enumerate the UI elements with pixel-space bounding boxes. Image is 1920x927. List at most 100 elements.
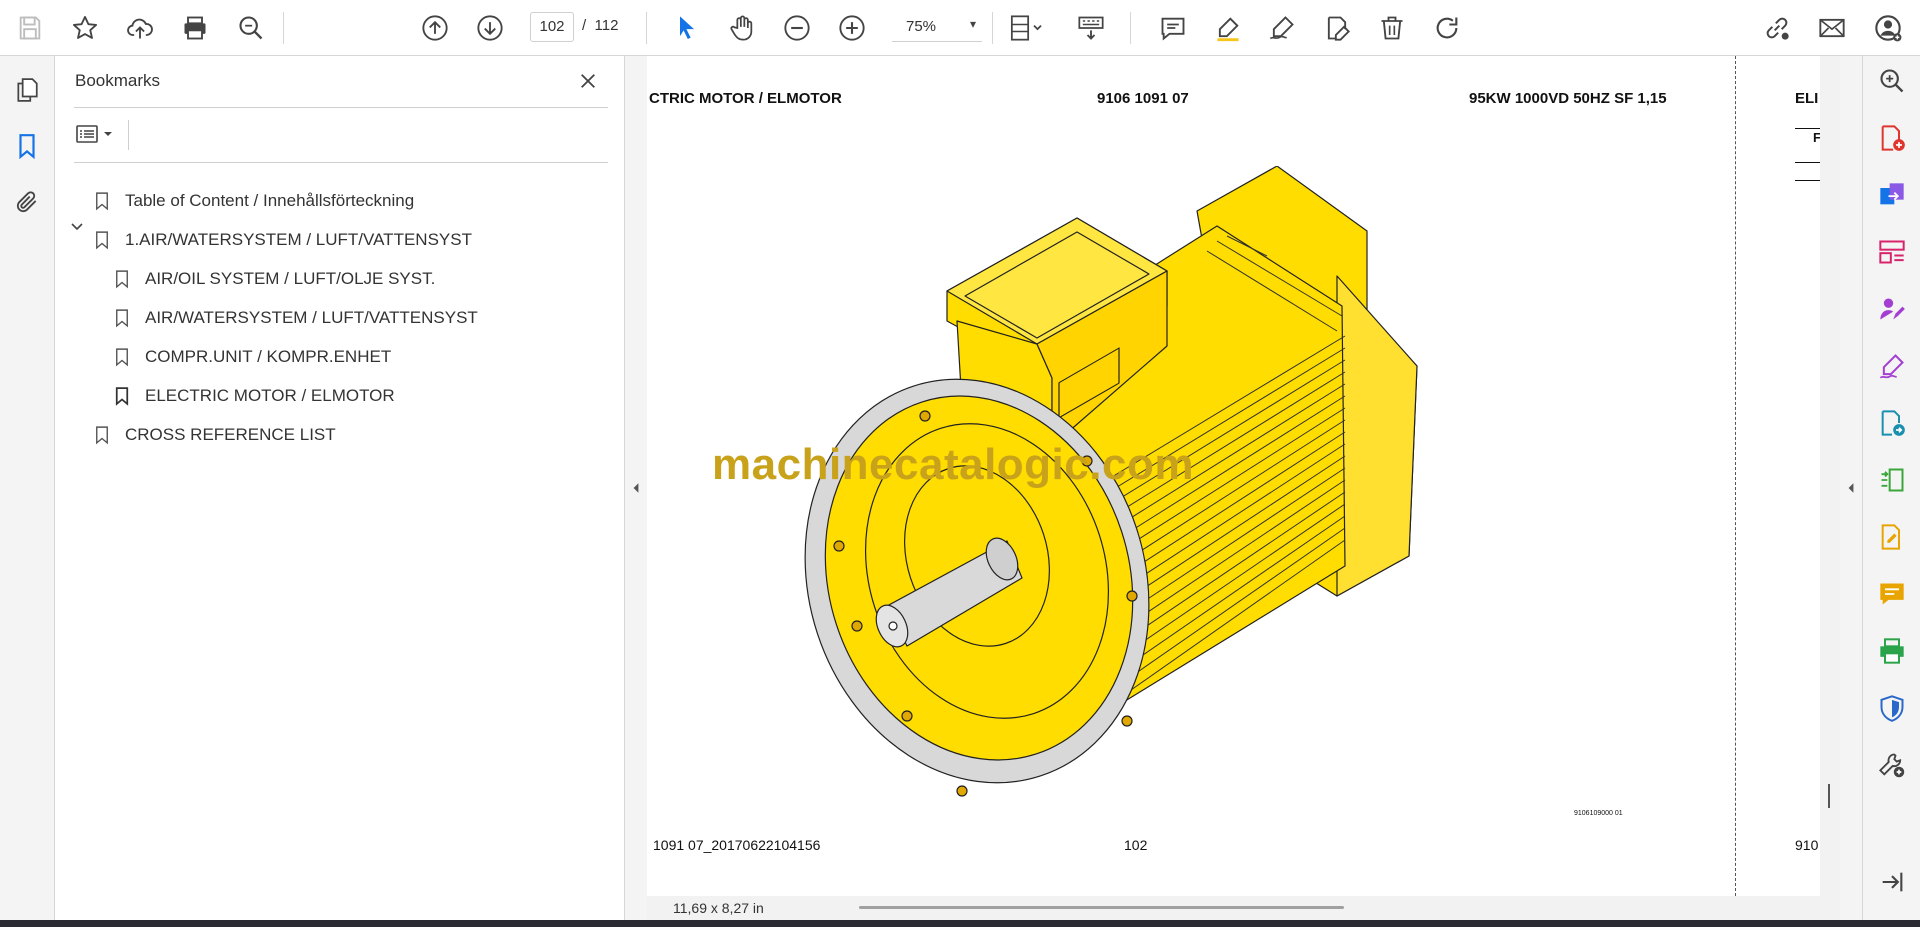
zoom-out-icon[interactable] — [779, 10, 815, 46]
create-pdf-icon[interactable] — [1877, 123, 1907, 153]
page-down-icon[interactable] — [472, 10, 508, 46]
bookmark-icon — [113, 385, 131, 407]
attachment-icon[interactable] — [10, 185, 44, 219]
doc-header-center: 9106 1091 07 — [1097, 90, 1189, 107]
taskbar-edge — [0, 920, 1920, 927]
toolbar-separator — [283, 12, 284, 44]
next-page-rule — [1795, 128, 1820, 129]
save-icon[interactable] — [12, 10, 48, 46]
cloud-upload-icon[interactable] — [122, 10, 158, 46]
left-navigation-rail — [0, 56, 55, 920]
comment-icon[interactable] — [1155, 10, 1191, 46]
divider — [74, 107, 608, 108]
image-code: 9106109000 01 — [1574, 810, 1623, 817]
edit-icon[interactable] — [1319, 10, 1355, 46]
protect-icon[interactable] — [1877, 693, 1907, 723]
sign-icon[interactable] — [1264, 10, 1300, 46]
bookmark-item-selected[interactable]: ELECTRIC MOTOR / ELMOTOR — [113, 381, 395, 411]
document-viewport[interactable]: CTRIC MOTOR / ELMOTOR 9106 1091 07 95KW … — [647, 56, 1820, 896]
collapse-right-icon[interactable] — [1847, 482, 1855, 494]
bookmark-label: Table of Content / Innehållsförteckning — [125, 191, 415, 210]
bookmark-label: COMPR.UNIT / KOMPR.ENHET — [145, 347, 392, 366]
toolbar-separator — [1130, 12, 1131, 44]
toolbar-separator — [992, 12, 993, 44]
panel-title: Bookmarks — [75, 71, 161, 90]
page-size-label: 11,69 x 8,27 in — [673, 900, 764, 916]
combine-files-icon[interactable] — [1877, 180, 1907, 210]
organize-pages-icon[interactable] — [1877, 237, 1907, 267]
next-page-footer: 910 — [1795, 837, 1819, 853]
close-icon[interactable] — [575, 68, 601, 94]
next-page-rule — [1795, 180, 1820, 181]
chevron-down-icon[interactable] — [69, 219, 85, 235]
tools-rail — [1862, 56, 1920, 920]
bookmark-label: AIR/WATERSYSTEM / LUFT/VATTENSYST — [145, 308, 478, 327]
bookmark-item[interactable]: CROSS REFERENCE LIST — [93, 420, 336, 450]
chevron-down-icon — [104, 132, 112, 136]
doc-header-right: 95KW 1000VD 50HZ SF 1,15 — [1469, 90, 1667, 107]
doc-footer-page: 102 — [1124, 837, 1148, 853]
panel-splitter[interactable] — [625, 56, 647, 920]
rotate-icon[interactable] — [1429, 10, 1465, 46]
more-tools-icon[interactable] — [1877, 750, 1907, 780]
main-toolbar: 102 / 112 75% ▾ — [0, 0, 1920, 56]
list-options-icon — [76, 125, 98, 143]
page-number-input[interactable]: 102 — [530, 12, 574, 42]
zoom-select[interactable]: 75% ▾ — [892, 12, 982, 42]
delete-icon[interactable] — [1374, 10, 1410, 46]
bookmark-panel-icon[interactable] — [10, 129, 44, 163]
select-cursor-icon[interactable] — [669, 10, 705, 46]
bookmark-item[interactable]: AIR/OIL SYSTEM / LUFT/OLJE SYST. — [113, 264, 435, 294]
print-icon[interactable] — [177, 10, 213, 46]
find-icon[interactable] — [233, 10, 269, 46]
bookmark-item[interactable]: AIR/WATERSYSTEM / LUFT/VATTENSYST — [113, 303, 478, 333]
highlight-icon[interactable] — [1210, 10, 1246, 46]
share-link-icon[interactable] — [1759, 10, 1795, 46]
zoom-value: 75% — [906, 18, 937, 35]
collapse-tools-icon[interactable] — [1877, 867, 1907, 897]
bookmark-item[interactable]: COMPR.UNIT / KOMPR.ENHET — [113, 342, 391, 372]
fit-page-icon[interactable] — [1002, 10, 1052, 46]
edit-pdf-icon[interactable] — [1877, 522, 1907, 552]
bookmark-item[interactable]: 1.AIR/WATERSYSTEM / LUFT/VATTENSYST — [93, 225, 472, 255]
bookmark-label: ELECTRIC MOTOR / ELMOTOR — [145, 386, 395, 405]
chevron-down-icon: ▾ — [969, 17, 976, 31]
bookmark-icon — [113, 307, 131, 329]
scroll-mode-icon[interactable] — [1073, 10, 1109, 46]
print-production-icon[interactable] — [1877, 636, 1907, 666]
collapse-left-icon[interactable] — [632, 482, 640, 494]
request-signature-icon[interactable] — [1877, 294, 1907, 324]
export-pdf-icon[interactable] — [1877, 408, 1907, 438]
page-thumbnails-icon[interactable] — [10, 73, 44, 107]
toolbar-separator — [646, 12, 647, 44]
right-panel-splitter[interactable] — [1840, 56, 1862, 920]
bookmark-icon — [113, 268, 131, 290]
bookmarks-panel: Bookmarks Table of Content / Innehållsfö… — [55, 56, 625, 920]
bookmark-options-button[interactable] — [75, 118, 123, 150]
hand-icon[interactable] — [724, 10, 760, 46]
bookmark-item[interactable]: Table of Content / Innehållsförteckning — [93, 186, 414, 216]
scroll-thumb[interactable] — [1828, 784, 1830, 808]
bookmark-label: CROSS REFERENCE LIST — [125, 425, 336, 444]
vertical-scrollbar[interactable] — [1820, 56, 1840, 920]
star-icon[interactable] — [67, 10, 103, 46]
doc-header-left: CTRIC MOTOR / ELMOTOR — [649, 90, 842, 107]
comment-tool-icon[interactable] — [1877, 579, 1907, 609]
zoom-tool-icon[interactable] — [1877, 66, 1907, 96]
fill-sign-icon[interactable] — [1877, 351, 1907, 381]
watermark: machinecatalogic.com — [712, 440, 1194, 489]
account-icon[interactable] — [1870, 10, 1906, 46]
page-total: / 112 — [582, 17, 619, 34]
next-page-letter: F — [1813, 130, 1820, 145]
bookmark-icon — [93, 229, 111, 251]
next-page-header: ELI — [1795, 90, 1819, 107]
page-boundary — [1735, 56, 1736, 896]
horizontal-scrollbar[interactable] — [859, 906, 1344, 909]
bookmark-icon — [93, 424, 111, 446]
zoom-in-icon[interactable] — [834, 10, 870, 46]
email-icon[interactable] — [1814, 10, 1850, 46]
compress-pdf-icon[interactable] — [1877, 465, 1907, 495]
next-page-rule — [1795, 162, 1820, 163]
page-up-icon[interactable] — [417, 10, 453, 46]
divider — [128, 120, 129, 150]
